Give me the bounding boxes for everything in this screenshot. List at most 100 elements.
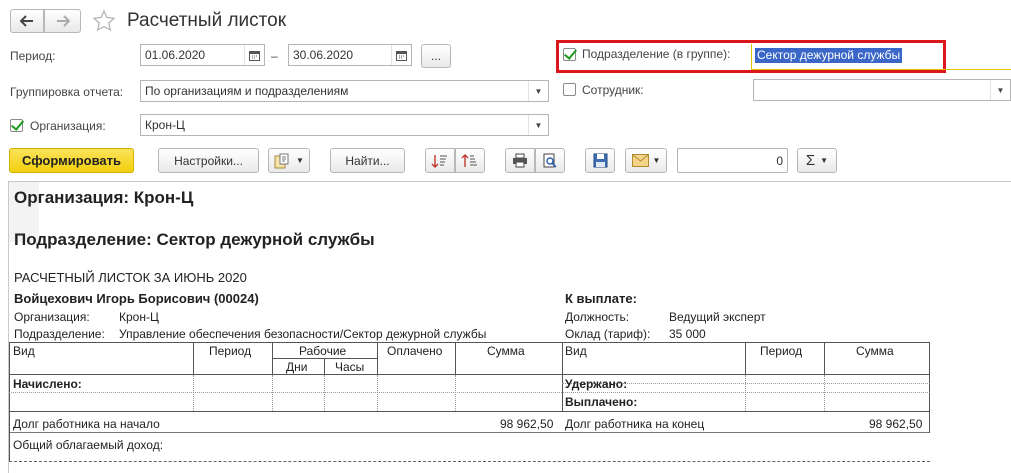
sum-value: 0 (776, 153, 783, 168)
col-header-right-sum: Сумма (856, 344, 894, 358)
dotted-col (745, 375, 746, 411)
col-header-hours: Часы (335, 360, 365, 374)
col-sep-sum (455, 342, 456, 374)
back-button[interactable] (10, 9, 44, 33)
employee-field[interactable]: ▼ (753, 79, 1011, 101)
variants-button[interactable]: ▼ (268, 148, 310, 173)
grouping-value: По организациям и подразделениям (145, 84, 349, 98)
calendar-icon[interactable] (391, 45, 411, 65)
period-select-button[interactable]: ... (421, 44, 451, 68)
date-to-value: 30.06.2020 (293, 48, 354, 62)
date-separator: – (271, 49, 278, 63)
favorite-star-icon[interactable] (92, 9, 116, 34)
calendar-icon[interactable] (244, 45, 264, 65)
page-title: Расчетный листок (127, 10, 287, 31)
date-to-field[interactable]: 30.06.2020 (288, 44, 412, 66)
col-header-period: Период (209, 344, 252, 358)
save-button[interactable] (585, 148, 615, 173)
sum-mode-button[interactable]: Σ ▼ (797, 148, 837, 173)
employee-label: Сотрудник: (582, 83, 644, 97)
grouping-label: Группировка отчета: (10, 85, 124, 99)
dotted-col (324, 375, 325, 411)
department-checkbox[interactable] (563, 48, 576, 61)
table-left-border (9, 342, 10, 412)
org-row-value: Крон-Ц (119, 310, 159, 324)
date-from-value: 01.06.2020 (145, 48, 206, 62)
debt-row-line (9, 432, 930, 433)
col-sep-right-period (745, 342, 746, 374)
department-label: Подразделение (в группе): (582, 47, 731, 61)
period-label: Период: (10, 49, 56, 63)
dotted-col (824, 375, 825, 411)
working-subheader-line (272, 358, 378, 359)
date-from-field[interactable]: 01.06.2020 (140, 44, 265, 66)
taxable-income-label: Общий облагаемый доход: (13, 438, 164, 452)
col-header-paid: Оплачено (387, 344, 443, 358)
chevron-down-icon: ▼ (652, 156, 661, 165)
chevron-down-icon[interactable]: ▼ (528, 81, 548, 101)
col-header-working: Рабочие (299, 344, 347, 358)
generate-button[interactable]: Сформировать (9, 148, 134, 173)
col-sep-right-sum (824, 342, 825, 374)
debt-start-label: Долг работника на начало (13, 417, 160, 431)
debt-start-value: 98 962,50 (500, 417, 554, 431)
arrow-right-icon (56, 15, 70, 27)
employee-name: Войцехович Игорь Борисович (00024) (14, 291, 259, 306)
dept-row-value: Управление обеспечения безопасности/Сект… (119, 327, 487, 341)
organization-select[interactable]: Крон-Ц ▼ (140, 114, 549, 136)
debt-end-value: 98 962,50 (869, 417, 923, 431)
dotted-col (377, 375, 378, 411)
table-right-border (929, 342, 930, 412)
salary-value: 35 000 (669, 327, 706, 341)
withheld-label: Удержано: (565, 377, 628, 391)
report-org-heading: Организация: Крон-Ц (14, 188, 194, 207)
dept-row-label: Подразделение: (14, 327, 105, 341)
col-header-right-type: Вид (565, 344, 587, 358)
report-sheet-title: РАСЧЕТНЫЙ ЛИСТОК ЗА ИЮНЬ 2020 (14, 270, 247, 285)
table-top-border (9, 342, 930, 343)
report-document[interactable]: Организация: Крон-Ц Подразделение: Секто… (8, 181, 1011, 473)
department-field[interactable]: Сектор дежурной службы (751, 44, 1011, 70)
department-selected-text: Сектор дежурной службы (755, 48, 903, 63)
find-button[interactable]: Найти... (330, 148, 405, 173)
report-variant-icon (274, 153, 289, 168)
col-header-type: Вид (13, 344, 35, 358)
report-dept-heading: Подразделение: Сектор дежурной службы (14, 230, 375, 249)
forward-button[interactable] (44, 9, 81, 33)
chevron-down-icon[interactable]: ▼ (528, 115, 548, 135)
table-divider-mid (562, 342, 563, 412)
arrow-left-icon (20, 15, 33, 27)
position-label: Должность: (565, 310, 630, 324)
sum-field[interactable]: 0 (677, 148, 788, 173)
to-pay-label: К выплате: (565, 291, 637, 306)
sort-ascending-button[interactable] (425, 148, 455, 173)
organization-value: Крон-Ц (145, 118, 185, 132)
print-preview-button[interactable] (535, 148, 565, 173)
employee-checkbox[interactable] (563, 83, 576, 96)
col-header-right-period: Период (760, 344, 803, 358)
org-row-label: Организация: (14, 310, 90, 324)
accrued-label: Начислено: (13, 377, 82, 391)
sort-asc-icon (431, 154, 447, 168)
sort-descending-button[interactable] (455, 148, 485, 173)
grouping-select[interactable]: По организациям и подразделениям ▼ (140, 80, 549, 102)
col-header-sum: Сумма (487, 344, 525, 358)
organization-label: Организация: (30, 119, 106, 133)
debt-end-label: Долг работника на конец (565, 417, 705, 431)
salary-label: Оклад (тариф): (565, 327, 651, 341)
col-sep-days-hours (324, 358, 325, 374)
debt-row-left-border (9, 411, 10, 461)
table-bottom-line (9, 411, 930, 412)
print-button[interactable] (505, 148, 535, 173)
dotted-col (272, 375, 273, 411)
send-email-button[interactable]: ▼ (625, 148, 667, 173)
header-bottom-line (9, 374, 930, 375)
organization-checkbox[interactable] (10, 119, 23, 132)
chevron-down-icon[interactable]: ▼ (990, 80, 1010, 100)
chevron-down-icon: ▼ (820, 156, 829, 165)
envelope-icon (631, 154, 649, 167)
dotted-row (9, 392, 930, 393)
department-field-edge (751, 44, 752, 69)
chevron-down-icon: ▼ (296, 156, 304, 165)
settings-button[interactable]: Настройки... (158, 148, 259, 173)
